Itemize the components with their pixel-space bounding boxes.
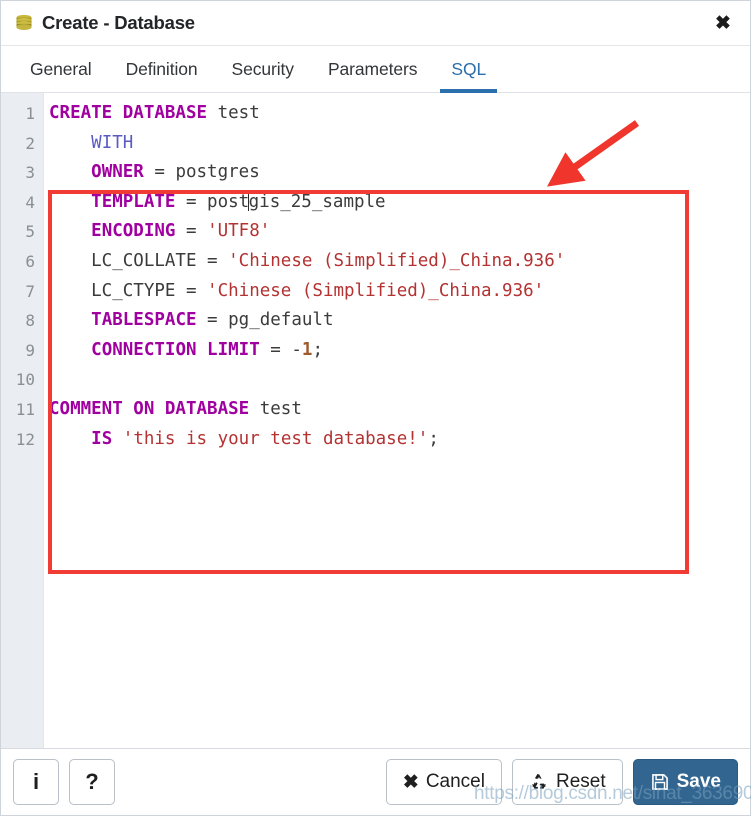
code-line: OWNER = postgres	[91, 162, 260, 183]
code-line: LC_COLLATE = 'Chinese (Simplified)_China…	[49, 250, 566, 271]
line-number: 7	[25, 281, 35, 301]
save-button[interactable]: Save	[632, 759, 738, 805]
line-number: 11	[15, 399, 35, 419]
line-number: 10	[15, 370, 35, 390]
database-icon	[16, 14, 32, 30]
code-line: TABLESPACE = pg_default	[91, 310, 334, 331]
line-number-gutter: 1 2 3 4 5 6 7 8 9 10 11 12	[1, 93, 44, 748]
code-line: WITH	[91, 132, 134, 153]
info-button[interactable]: i	[13, 759, 59, 805]
line-number: 9	[25, 340, 35, 360]
tab-sql[interactable]: SQL	[434, 46, 503, 93]
line-number: 12	[15, 429, 35, 449]
line-number: 6	[25, 251, 35, 271]
dialog-title: Create - Database	[42, 12, 195, 33]
line-number: 4	[25, 192, 35, 212]
line-number: 1	[25, 104, 35, 123]
close-x-icon: ✖	[402, 771, 419, 793]
line-number: 5	[25, 222, 35, 242]
reset-button-label: Reset	[555, 771, 606, 792]
sql-code-content[interactable]: CREATE DATABASE test WITH OWNER = postgr…	[44, 93, 750, 748]
code-line: ENCODING = 'UTF8'	[91, 221, 271, 242]
dialog-footer: i ? ✖ Cancel Reset Save	[1, 748, 750, 815]
code-line: IS 'this is your test database!';	[91, 428, 439, 449]
code-line: TEMPLATE = postgis_25_sample	[91, 189, 386, 212]
line-number: 8	[25, 311, 35, 331]
code-line: CONNECTION LIMIT = -1;	[91, 339, 323, 360]
dialog-tabbar: General Definition Security Parameters S…	[1, 46, 750, 93]
code-line: CREATE DATABASE test	[49, 103, 260, 123]
tab-general[interactable]: General	[13, 46, 109, 92]
code-line: COMMENT ON DATABASE test	[49, 398, 302, 419]
floppy-save-icon	[651, 774, 668, 790]
tab-parameters[interactable]: Parameters	[311, 46, 434, 92]
cancel-button-label: Cancel	[425, 771, 485, 792]
tab-definition[interactable]: Definition	[109, 46, 215, 92]
tab-security[interactable]: Security	[215, 46, 311, 92]
text-caret	[248, 189, 250, 211]
cancel-button[interactable]: ✖ Cancel	[385, 759, 502, 805]
reset-button[interactable]: Reset	[511, 759, 623, 805]
sql-editor-area: 1 2 3 4 5 6 7 8 9 10 11 12 CREATE DATABA…	[1, 93, 750, 748]
line-number: 2	[25, 133, 35, 153]
recycle-icon	[531, 773, 546, 789]
code-line: LC_CTYPE = 'Chinese (Simplified)_China.9…	[49, 280, 545, 301]
save-button-label: Save	[676, 771, 721, 792]
line-number: 3	[25, 163, 35, 183]
create-database-dialog: Create - Database ✖ General Definition S…	[0, 0, 751, 816]
help-button[interactable]: ?	[69, 759, 115, 805]
dialog-titlebar: Create - Database ✖	[1, 1, 750, 46]
close-icon[interactable]: ✖	[710, 10, 736, 36]
